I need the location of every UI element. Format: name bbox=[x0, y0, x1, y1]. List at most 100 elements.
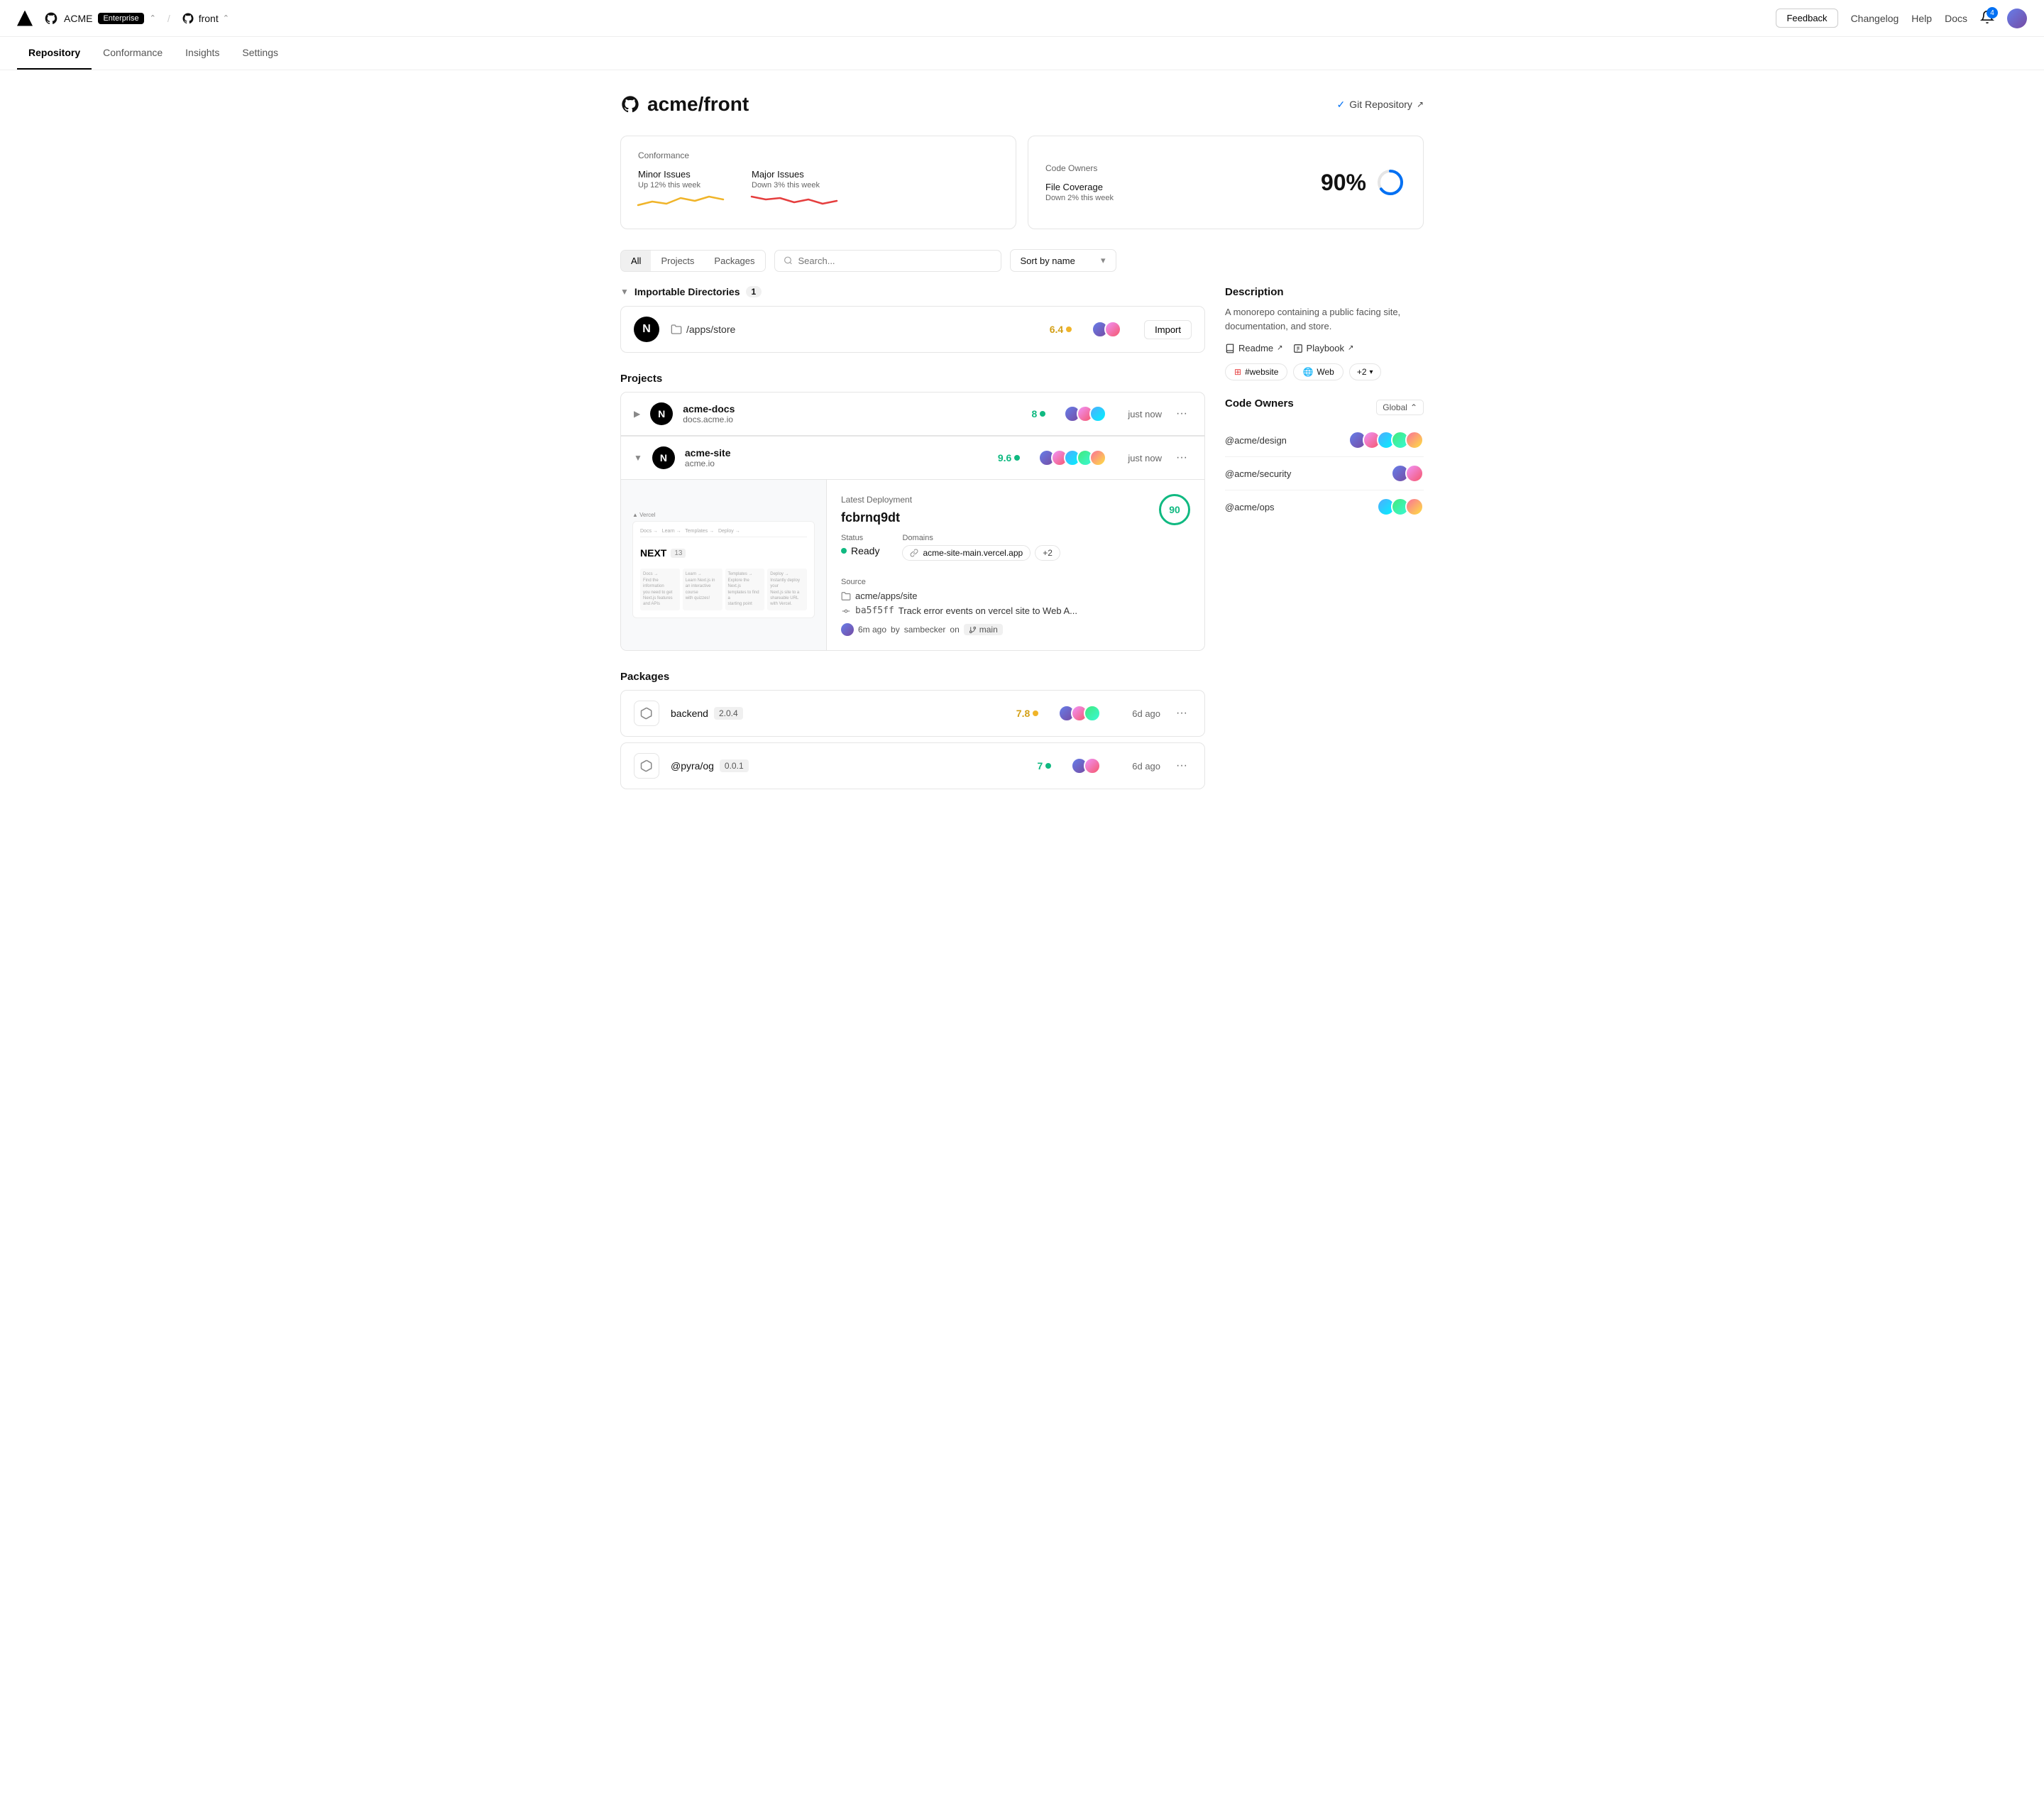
org-selector[interactable]: ACME Enterprise ⌃ bbox=[44, 11, 156, 26]
coverage-percent: 90% bbox=[1321, 170, 1366, 196]
search-box[interactable] bbox=[774, 250, 1001, 272]
folder-icon bbox=[841, 591, 851, 601]
chevron-up-icon: ⌃ bbox=[1410, 402, 1417, 412]
github-icon bbox=[44, 11, 58, 26]
score-yellow-dot bbox=[1066, 326, 1072, 332]
preview-url-bar: ▲ Vercel bbox=[632, 512, 815, 518]
source-path: acme/apps/site bbox=[841, 591, 1190, 601]
projects-title: Projects bbox=[620, 373, 1205, 385]
feedback-button[interactable]: Feedback bbox=[1776, 9, 1837, 28]
tab-insights[interactable]: Insights bbox=[174, 37, 231, 70]
playbook-link[interactable]: Playbook ↗ bbox=[1293, 343, 1354, 353]
global-button[interactable]: Global ⌃ bbox=[1376, 400, 1424, 415]
more-options-button[interactable]: ··· bbox=[1172, 450, 1192, 466]
commit-icon bbox=[841, 606, 851, 616]
user-avatar[interactable] bbox=[2007, 9, 2027, 28]
package-avatars bbox=[1058, 705, 1101, 722]
score-green-dot bbox=[1045, 763, 1051, 769]
filter-tab-all[interactable]: All bbox=[621, 251, 651, 271]
deploy-top-row: Latest Deployment fcbrnq9dt 90 bbox=[841, 494, 1190, 525]
tag-web[interactable]: 🌐 Web bbox=[1293, 363, 1343, 380]
conformance-card: Conformance Minor Issues Up 12% this wee… bbox=[620, 136, 1016, 229]
project-score: 9.6 bbox=[998, 452, 1020, 463]
project-row-acme-site[interactable]: ▼ N acme-site acme.io 9.6 bbox=[620, 436, 1205, 480]
preview-col-3: Templates →Explore the Next.jstemplates … bbox=[725, 569, 765, 610]
score-yellow-dot bbox=[1033, 710, 1038, 716]
project-row-acme-docs[interactable]: ▶ N acme-docs docs.acme.io 8 bbox=[620, 392, 1205, 436]
repo-selector[interactable]: front ⌃ bbox=[182, 12, 229, 25]
filter-tab-projects[interactable]: Projects bbox=[651, 251, 704, 271]
filter-tabs: All Projects Packages bbox=[620, 250, 766, 272]
content-cols: ▼ Importable Directories 1 N /apps/store… bbox=[620, 286, 1424, 795]
domain-pill[interactable]: acme-site-main.vercel.app bbox=[902, 545, 1031, 561]
changelog-link[interactable]: Changelog bbox=[1851, 13, 1899, 24]
preview-logo: NEXT bbox=[640, 547, 666, 559]
repo-name: front bbox=[199, 13, 219, 24]
filter-tab-packages[interactable]: Packages bbox=[704, 251, 764, 271]
docs-link[interactable]: Docs bbox=[1945, 13, 1967, 24]
notifications-button[interactable]: 4 bbox=[1980, 10, 1994, 26]
code-owners-sidebar-title: Code Owners bbox=[1225, 397, 1294, 410]
preview-header-bar: Docs → Learn → Templates → Deploy → bbox=[640, 529, 807, 537]
tab-conformance[interactable]: Conformance bbox=[92, 37, 174, 70]
avatar bbox=[1405, 431, 1424, 449]
org-name: ACME bbox=[64, 13, 92, 24]
repo-chevron-icon: ⌃ bbox=[223, 13, 229, 23]
package-avatars bbox=[1071, 757, 1101, 774]
more-options-button[interactable]: ··· bbox=[1172, 758, 1192, 774]
help-link[interactable]: Help bbox=[1911, 13, 1932, 24]
more-tags-button[interactable]: +2 ▾ bbox=[1349, 363, 1381, 380]
tab-repository[interactable]: Repository bbox=[17, 37, 92, 70]
commit-row: ba5f5ff Track error events on vercel sit… bbox=[841, 605, 1190, 616]
deploy-meta-row: Status Ready Domains bbox=[841, 534, 1190, 561]
importable-header[interactable]: ▼ Importable Directories 1 bbox=[620, 286, 1205, 297]
tab-settings[interactable]: Settings bbox=[231, 37, 290, 70]
status-dot bbox=[841, 548, 847, 554]
sort-dropdown[interactable]: Sort by name ▾ bbox=[1010, 249, 1116, 272]
coverage-donut-chart bbox=[1375, 167, 1406, 198]
package-name: backend 2.0.4 bbox=[671, 707, 1005, 720]
conformance-metrics: Minor Issues Up 12% this week Major Issu… bbox=[638, 169, 999, 214]
nextjs-icon: N bbox=[634, 317, 659, 342]
dir-avatars bbox=[1092, 321, 1121, 338]
package-score: 7 bbox=[1037, 760, 1051, 772]
commit-time: 6m ago bbox=[858, 625, 886, 635]
owner-avatars bbox=[1377, 498, 1424, 516]
preview-hero: NEXT 13 bbox=[640, 542, 807, 564]
search-input[interactable] bbox=[798, 256, 992, 266]
page-title: acme/front bbox=[620, 93, 749, 116]
book-icon bbox=[1225, 344, 1235, 353]
packages-section: Packages backend 2.0.4 7.8 bbox=[620, 657, 1205, 795]
project-info: acme-docs docs.acme.io bbox=[683, 403, 1021, 424]
description-section: Description A monorepo containing a publ… bbox=[1225, 286, 1424, 380]
status-label: Status bbox=[841, 534, 879, 542]
sort-chevron-icon: ▾ bbox=[1101, 255, 1106, 266]
package-icon bbox=[634, 701, 659, 726]
description-text: A monorepo containing a public facing si… bbox=[1225, 305, 1424, 333]
preview-col-2: Learn →Learn Next.js inan interactive co… bbox=[683, 569, 722, 610]
grid-icon: ⊞ bbox=[1234, 367, 1241, 377]
code-owners-card-title: Code Owners bbox=[1045, 163, 1114, 173]
more-options-button[interactable]: ··· bbox=[1172, 406, 1192, 422]
logo-icon[interactable] bbox=[17, 11, 33, 26]
import-button[interactable]: Import bbox=[1144, 320, 1192, 339]
code-owner-row-design: @acme/design bbox=[1225, 424, 1424, 457]
sort-label: Sort by name bbox=[1021, 256, 1075, 266]
plus-domains-button[interactable]: +2 bbox=[1035, 545, 1060, 561]
top-nav: ACME Enterprise ⌃ / front ⌃ Feedback Cha… bbox=[0, 0, 2044, 37]
avatar bbox=[1104, 321, 1121, 338]
github-repo-icon bbox=[182, 12, 194, 25]
package-time: 6d ago bbox=[1132, 761, 1160, 772]
git-repo-link[interactable]: ✓ Git Repository ↗ bbox=[1337, 99, 1424, 111]
readme-link[interactable]: Readme ↗ bbox=[1225, 343, 1283, 353]
enterprise-badge: Enterprise bbox=[98, 13, 143, 24]
sub-nav: Repository Conformance Insights Settings bbox=[0, 37, 2044, 70]
project-time: just now bbox=[1128, 453, 1162, 463]
link-icon bbox=[910, 549, 918, 557]
dir-score: 6.4 bbox=[1050, 324, 1072, 335]
more-options-button[interactable]: ··· bbox=[1172, 706, 1192, 721]
tag-website[interactable]: ⊞ #website bbox=[1225, 363, 1287, 380]
importable-chevron-icon: ▼ bbox=[620, 287, 629, 297]
score-green-dot bbox=[1040, 411, 1045, 417]
avatar bbox=[1405, 464, 1424, 483]
